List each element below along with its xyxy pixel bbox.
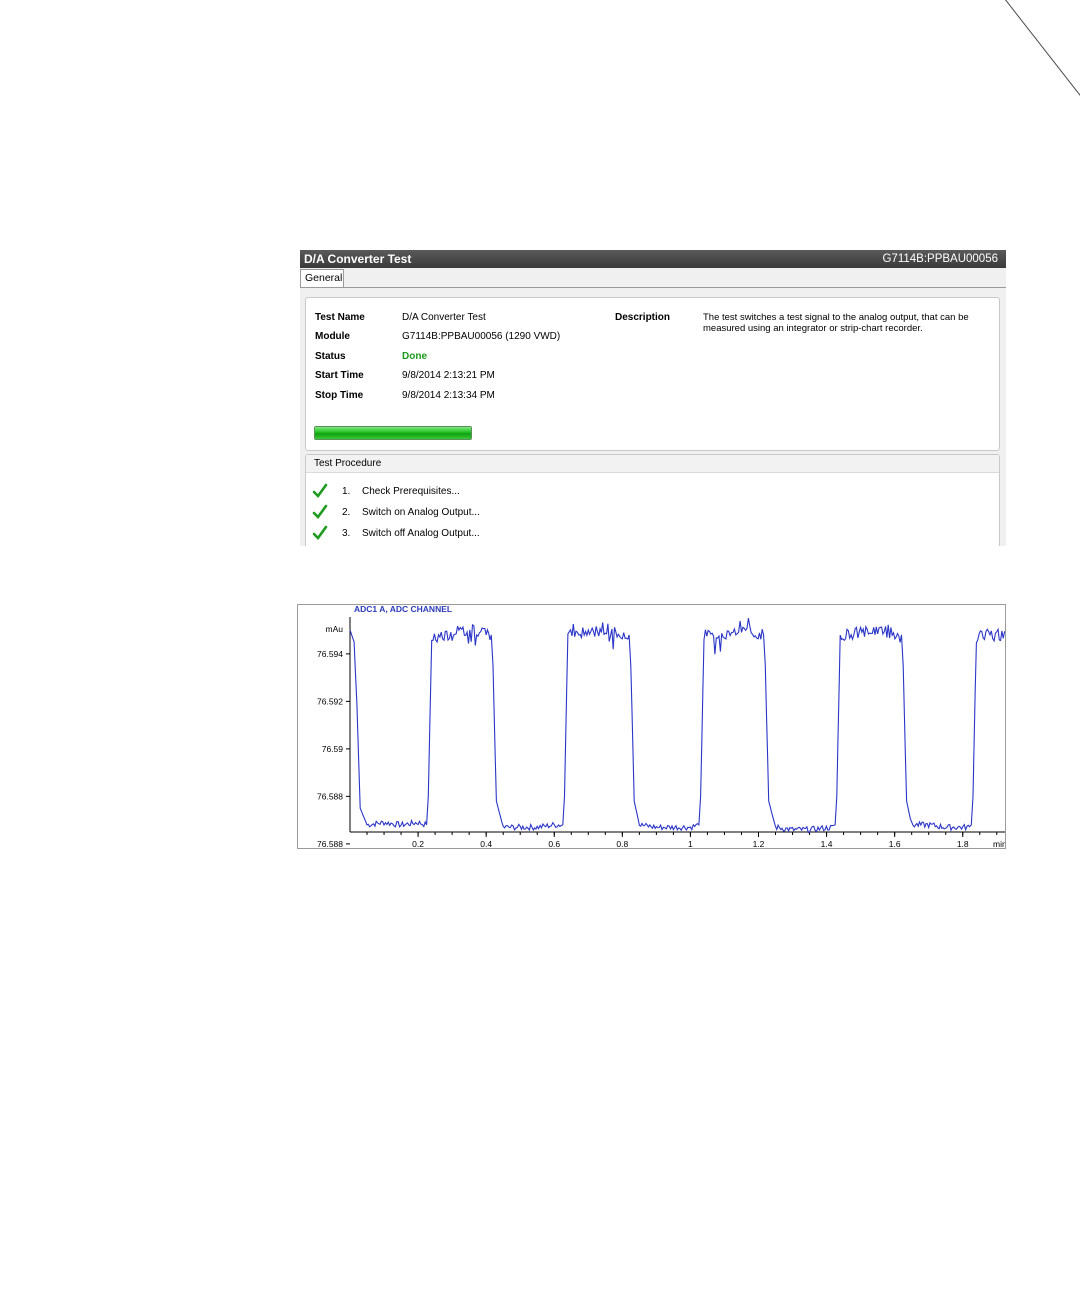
progress-bar	[314, 426, 472, 440]
y-axis-label: mAu	[326, 624, 344, 634]
start-time-label: Start Time	[315, 370, 364, 381]
step-label: Switch on Analog Output...	[362, 506, 480, 518]
y-tick-label: 76.59	[322, 744, 344, 754]
step-number: 2.	[342, 506, 351, 518]
procedure-step[interactable]: 3. Switch off Analog Output...	[312, 525, 480, 541]
status-value: Done	[402, 351, 427, 362]
step-label: Check Prerequisites...	[362, 485, 460, 497]
test-procedure-header: Test Procedure	[306, 455, 999, 473]
stop-time-label: Stop Time	[315, 390, 364, 401]
step-label: Switch off Analog Output...	[362, 527, 480, 539]
x-axis-unit: min	[993, 839, 1006, 849]
chart-canvas: mAu 76.594 76.592 76.59 76.588 76.588 0.2 0.4 0.…	[317, 617, 1006, 849]
y-tick-label: 76.594	[317, 649, 343, 659]
info-panel: Test Name D/A Converter Test Module G711…	[305, 297, 1000, 451]
description-text: The test switches a test signal to the a…	[703, 312, 969, 334]
procedure-step[interactable]: 1. Check Prerequisites...	[312, 483, 460, 499]
check-icon	[312, 504, 328, 519]
y-tick-label: 76.588	[317, 839, 343, 849]
check-icon	[312, 483, 328, 498]
step-number: 3.	[342, 527, 351, 539]
x-tick-label: 0.6	[548, 839, 560, 849]
x-tick-label: 0.2	[412, 839, 424, 849]
description-label: Description	[615, 312, 671, 323]
x-tick-label: 1	[688, 839, 693, 849]
title-bar: D/A Converter Test G7114B:PPBAU00056	[300, 250, 1006, 268]
signal-line	[349, 618, 1005, 834]
progress-fill	[315, 427, 471, 439]
signal-chart: mAu 76.594 76.592 76.59 76.588 76.588 0.2 0.4 0.…	[297, 604, 1006, 849]
tab-general[interactable]: General	[300, 269, 344, 287]
x-tick-label: 1.6	[889, 839, 901, 849]
status-label: Status	[315, 351, 346, 362]
test-name-label: Test Name	[315, 312, 365, 323]
test-name-value: D/A Converter Test	[402, 312, 486, 323]
x-tick-label: 0.8	[616, 839, 628, 849]
x-tick-label: 1.2	[753, 839, 765, 849]
window-title: D/A Converter Test	[304, 252, 412, 266]
chart-title: ADC1 A, ADC CHANNEL	[350, 605, 457, 614]
step-number: 1.	[342, 485, 351, 497]
test-window: D/A Converter Test G7114B:PPBAU00056 Gen…	[300, 250, 1006, 546]
test-procedure-panel: Test Procedure 1. Check Prerequisites...…	[305, 454, 1000, 546]
y-tick-label: 76.588	[317, 791, 343, 801]
x-tick-label: 1.4	[821, 839, 833, 849]
x-tick-label: 1.8	[957, 839, 969, 849]
y-tick-label: 76.592	[317, 696, 343, 706]
module-id: G7114B:PPBAU00056	[882, 253, 998, 265]
x-tick-label: 0.4	[480, 839, 492, 849]
module-label: Module	[315, 331, 350, 342]
stop-time-value: 9/8/2014 2:13:34 PM	[402, 390, 495, 401]
procedure-step[interactable]: 2. Switch on Analog Output...	[312, 504, 480, 520]
module-value: G7114B:PPBAU00056 (1290 VWD)	[402, 331, 561, 342]
tab-strip: General	[300, 268, 1006, 288]
start-time-value: 9/8/2014 2:13:21 PM	[402, 370, 495, 381]
check-icon	[312, 525, 328, 540]
page-margin-line	[1005, 0, 1080, 101]
